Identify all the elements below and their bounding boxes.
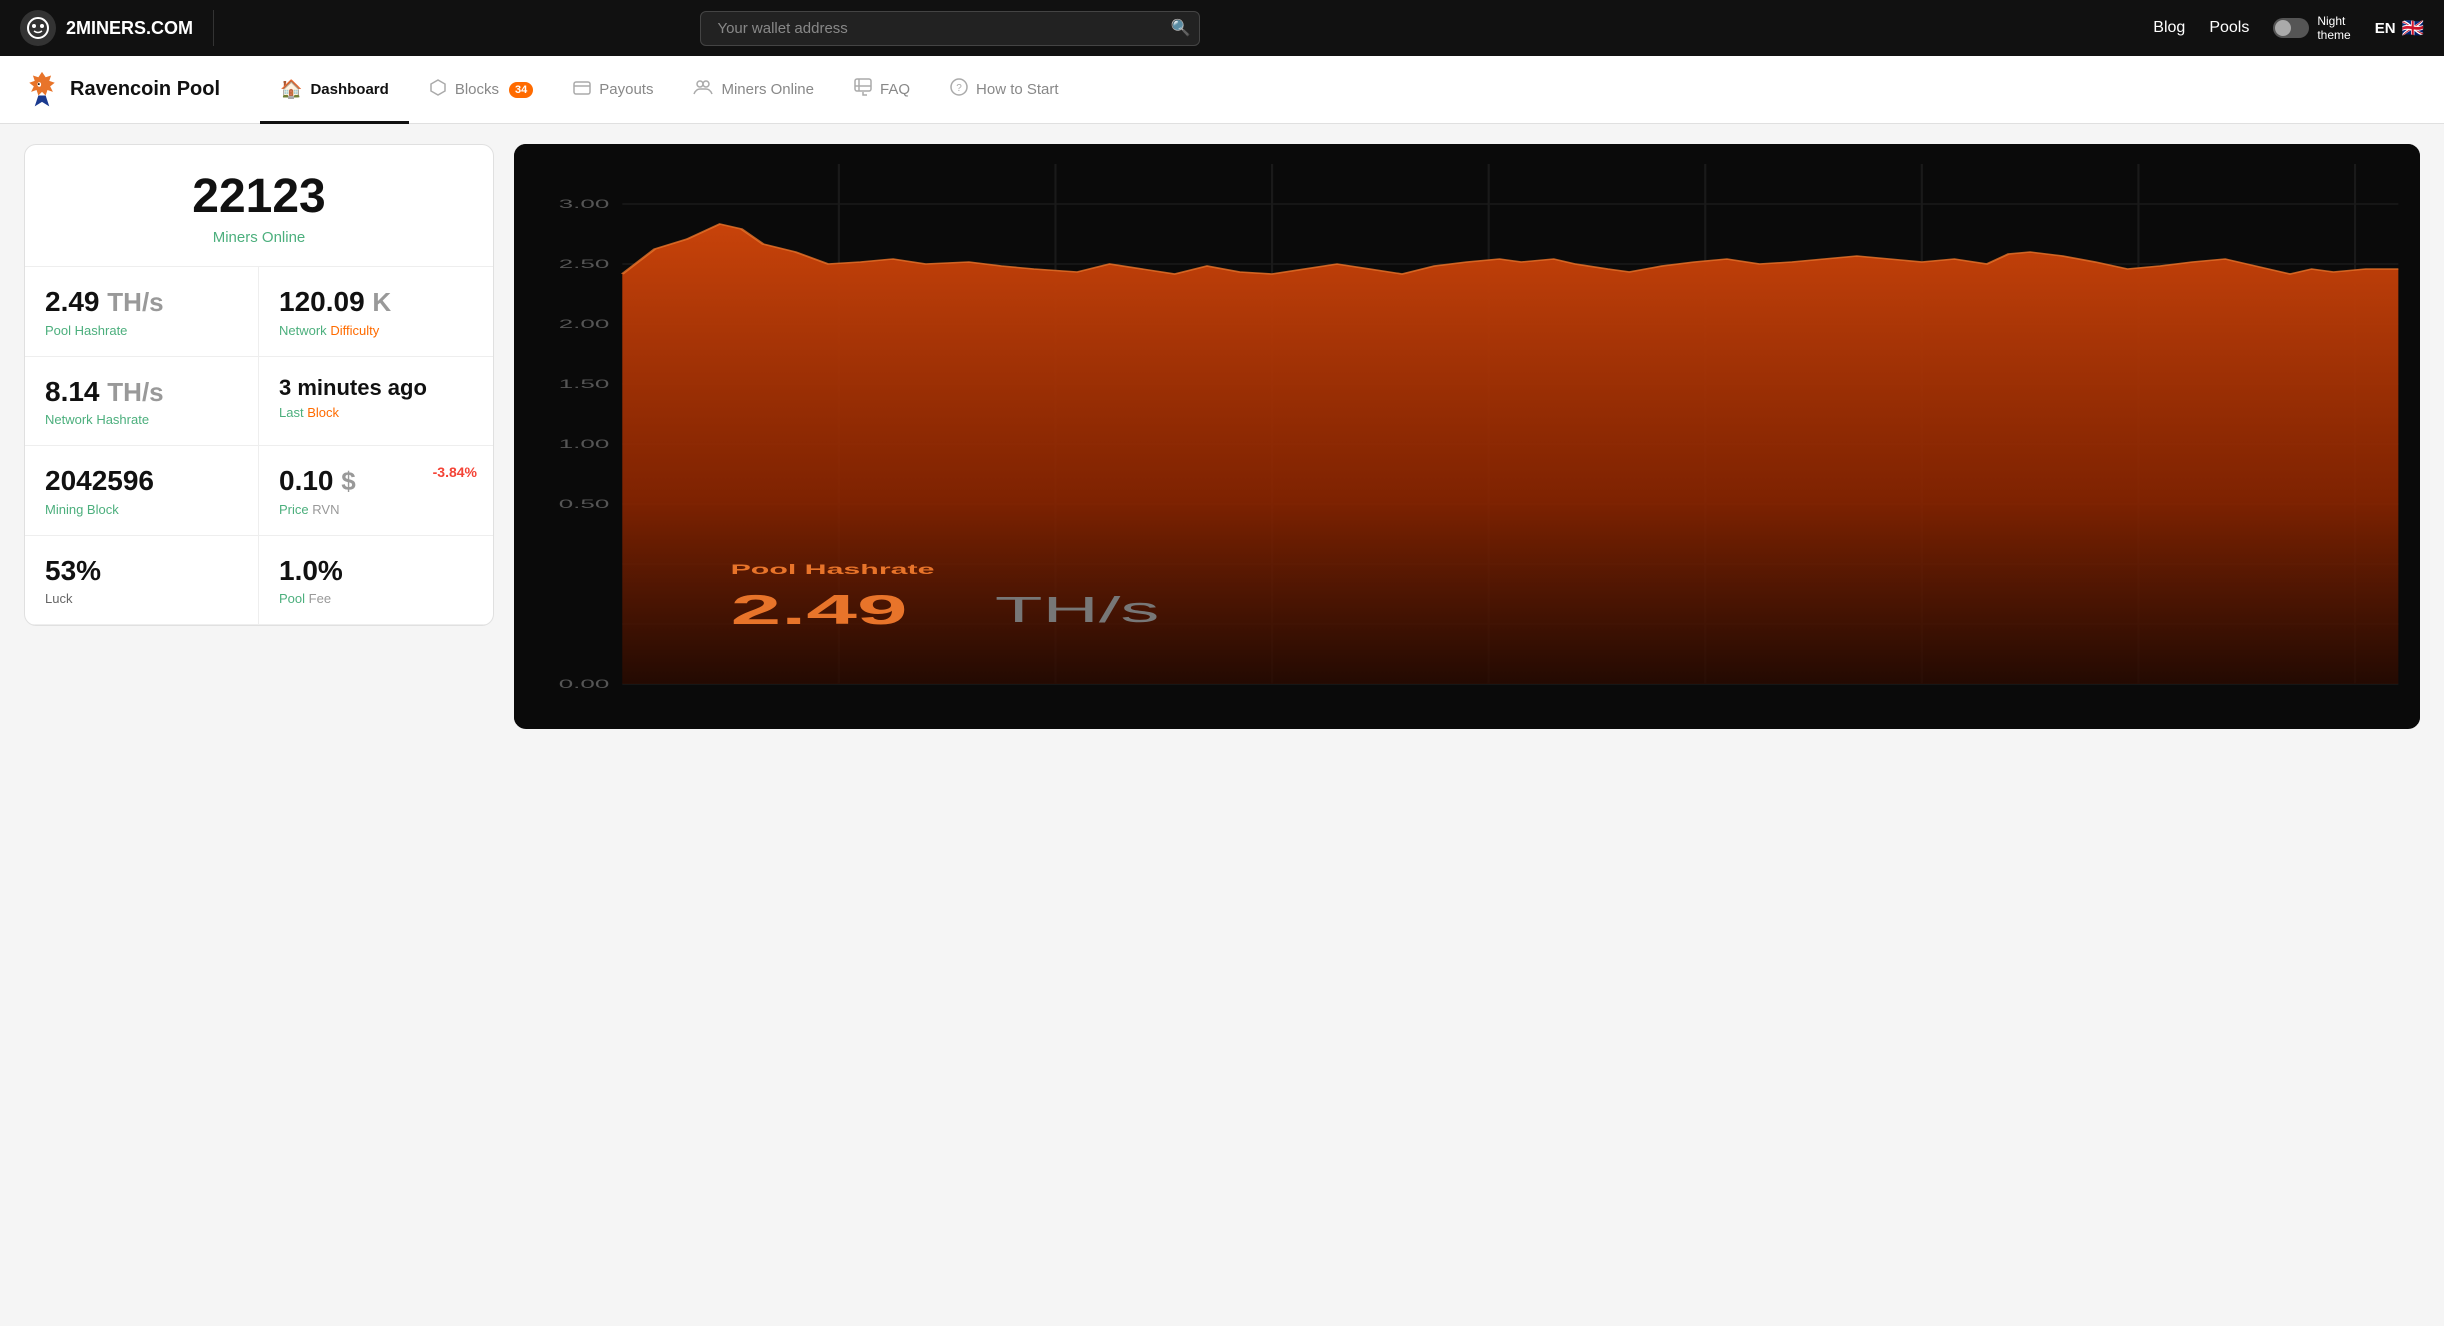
logo-icon xyxy=(20,10,56,46)
svg-text:2.50: 2.50 xyxy=(559,258,610,271)
theme-toggle-switch[interactable] xyxy=(2273,18,2309,38)
dashboard-icon: 🏠 xyxy=(280,79,302,100)
stats-card: 22123 Miners Online 2.49 TH/s Pool Hashr… xyxy=(24,144,494,626)
svg-text:3.00: 3.00 xyxy=(559,198,610,211)
hashrate-difficulty-row: 2.49 TH/s Pool Hashrate 120.09 K Network… xyxy=(25,267,493,357)
tab-how-to-start[interactable]: ? How to Start xyxy=(930,56,1079,124)
svg-text:TH/s: TH/s xyxy=(995,589,1160,629)
svg-text:2.49: 2.49 xyxy=(731,587,908,634)
faq-icon xyxy=(854,78,872,101)
pool-hashrate-label: Pool Hashrate xyxy=(45,323,238,338)
tab-faq[interactable]: FAQ xyxy=(834,56,930,124)
tab-miners-label: Miners Online xyxy=(721,81,814,98)
network-difficulty-cell: 120.09 K Network Difficulty xyxy=(259,267,493,356)
night-theme-label: Night theme xyxy=(2317,14,2350,43)
nav-tabs: 🏠 Dashboard Blocks 34 Payouts xyxy=(260,56,2420,124)
tab-miners-online[interactable]: Miners Online xyxy=(673,56,834,124)
howtostart-icon: ? xyxy=(950,78,968,101)
pool-title: Ravencoin Pool xyxy=(70,78,220,101)
luck-cell: 53% Luck xyxy=(25,536,259,625)
miners-prefix: Miners xyxy=(213,229,258,246)
last-block-cell: 3 minutes ago Last Block xyxy=(259,357,493,446)
uk-flag-icon: 🇬🇧 xyxy=(2402,18,2424,39)
logo-text: 2MINERS.COM xyxy=(66,18,193,39)
blocks-icon xyxy=(429,78,447,101)
pool-hashrate-cell: 2.49 TH/s Pool Hashrate xyxy=(25,267,259,356)
pool-fee-label: Pool Fee xyxy=(279,591,473,606)
ravencoin-icon xyxy=(24,70,60,110)
tab-payouts-label: Payouts xyxy=(599,81,653,98)
svg-text:Pool Hashrate: Pool Hashrate xyxy=(731,562,935,577)
pool-fee-cell: 1.0% Pool Fee xyxy=(259,536,493,625)
main-content: 22123 Miners Online 2.49 TH/s Pool Hashr… xyxy=(0,124,2444,749)
miners-label: Miners Online xyxy=(45,229,473,246)
tab-faq-label: FAQ xyxy=(880,81,910,98)
network-hashrate-cell: 8.14 TH/s Network Hashrate xyxy=(25,357,259,446)
mining-block-cell: 2042596 Mining Block xyxy=(25,446,259,535)
wallet-search[interactable]: 🔍 xyxy=(700,11,1200,46)
tab-blocks-label: Blocks xyxy=(455,81,499,98)
network-difficulty-label: Network Difficulty xyxy=(279,323,473,338)
chart-svg: 3.00 2.50 2.00 1.50 1.00 0.50 0.00 Pool … xyxy=(514,144,2420,724)
night-theme-toggle[interactable]: Night theme xyxy=(2273,14,2350,43)
nav-links: Blog Pools Night theme EN 🇬🇧 xyxy=(2153,14,2424,43)
price-label: Price RVN xyxy=(279,502,473,517)
price-cell: 0.10 $ Price RVN xyxy=(259,446,493,535)
miners-online-box: 22123 Miners Online xyxy=(25,145,493,267)
pool-hashrate-value: 2.49 TH/s xyxy=(45,285,238,319)
mining-block-price-row: 2042596 Mining Block 0.10 $ Price RVN -3… xyxy=(25,446,493,536)
mining-block-value: 2042596 xyxy=(45,464,238,498)
svg-text:?: ? xyxy=(956,83,962,94)
svg-text:1.00: 1.00 xyxy=(559,438,610,451)
blocks-badge: 34 xyxy=(509,82,533,98)
luck-fee-row: 53% Luck 1.0% Pool Fee xyxy=(25,536,493,626)
svg-text:1.50: 1.50 xyxy=(559,378,610,391)
tab-payouts[interactable]: Payouts xyxy=(553,56,673,124)
logo-area[interactable]: 2MINERS.COM xyxy=(20,10,214,46)
tab-dashboard[interactable]: 🏠 Dashboard xyxy=(260,56,409,124)
network-hashrate-label: Network Hashrate xyxy=(45,412,238,427)
miners-count: 22123 xyxy=(45,173,473,221)
mining-block-label: Mining Block xyxy=(45,502,238,517)
miners-icon xyxy=(693,79,713,100)
payouts-icon xyxy=(573,79,591,100)
language-selector[interactable]: EN 🇬🇧 xyxy=(2375,18,2424,39)
miners-online-text: Online xyxy=(262,229,305,246)
svg-text:2.00: 2.00 xyxy=(559,318,610,331)
network-hashrate-lastblock-row: 8.14 TH/s Network Hashrate 3 minutes ago… xyxy=(25,357,493,447)
blog-link[interactable]: Blog xyxy=(2153,19,2185,37)
hashrate-chart: 3.00 2.50 2.00 1.50 1.00 0.50 0.00 Pool … xyxy=(514,144,2420,729)
last-block-value: 3 minutes ago xyxy=(279,375,473,401)
wallet-address-input[interactable] xyxy=(700,11,1200,46)
tab-blocks[interactable]: Blocks 34 xyxy=(409,56,553,124)
pool-fee-value: 1.0% xyxy=(279,554,473,588)
network-hashrate-value: 8.14 TH/s xyxy=(45,375,238,409)
last-block-label: Last Block xyxy=(279,405,473,420)
price-change-badge: -3.84% xyxy=(433,464,477,480)
svg-text:0.00: 0.00 xyxy=(559,678,610,691)
sub-navigation: Ravencoin Pool 🏠 Dashboard Blocks 34 Pay xyxy=(0,56,2444,124)
tab-howtostart-label: How to Start xyxy=(976,81,1059,98)
search-button[interactable]: 🔍 xyxy=(1171,18,1191,38)
luck-value: 53% xyxy=(45,554,238,588)
network-difficulty-value: 120.09 K xyxy=(279,285,473,319)
pool-title-area: Ravencoin Pool xyxy=(24,70,220,110)
lang-label: EN xyxy=(2375,20,2396,37)
luck-label: Luck xyxy=(45,591,238,606)
svg-text:0.50: 0.50 xyxy=(559,498,610,511)
top-navigation: 2MINERS.COM 🔍 Blog Pools Night theme EN … xyxy=(0,0,2444,56)
tab-dashboard-label: Dashboard xyxy=(310,81,388,98)
pools-link[interactable]: Pools xyxy=(2209,19,2249,37)
